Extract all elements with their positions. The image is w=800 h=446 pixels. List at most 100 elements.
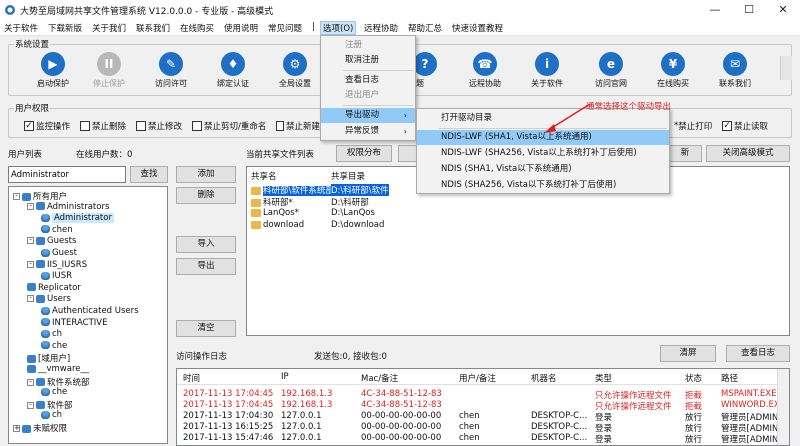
share-row[interactable]: download D:\download [251,220,651,230]
log-row[interactable]: 2017-11-13 17:04:45 192.168.1.3 4C-34-88-5… [177,400,777,412]
log-row[interactable]: 2017-11-13 16:15:25 127.0.0.1 00-00-00-00-… [177,422,777,434]
menu-item-view-log[interactable]: 查看日志 [321,73,415,88]
tree-node[interactable]: - Users [27,294,71,304]
question-icon: ? [413,52,437,76]
expand-icon[interactable]: + [13,425,20,432]
buy-online-button[interactable]: ¥ 在线购买 [642,48,704,92]
tree-node[interactable]: [域用户] [27,352,70,364]
collapse-icon[interactable]: - [27,237,34,245]
checkbox-monitor-box[interactable]: ✓ [24,121,34,131]
visit-website-button[interactable]: e 访问官网 [580,48,642,92]
search-button[interactable]: 查找 [130,166,168,183]
contact-us-button[interactable]: ✉ 联系我们 [704,48,766,92]
log-cell-time: 2017-11-13 17:04:45 [183,400,274,410]
tree-node[interactable]: - IIS_IUSRS [27,260,87,270]
share-row[interactable]: 科研部* D:\科研部 [251,196,651,208]
bind-auth-button[interactable]: ♦ 绑定认证 [202,48,264,92]
menu-options[interactable]: 选项(O) [320,21,357,35]
menu-help[interactable]: 帮助汇总 [408,22,442,34]
export-button[interactable]: 导出 [176,258,236,275]
start-protect-button[interactable]: ▶ 启动保护 [22,48,84,92]
menu-about-software[interactable]: 关于软件 [4,22,38,34]
add-button[interactable]: 添加 [176,166,236,183]
user-tree[interactable]: - 所有用户 - Administrators Administrator chen - Gu… [8,186,168,444]
share-extra-button[interactable] [398,145,418,162]
delete-button[interactable]: 删除 [176,187,236,204]
menu-quick-setup[interactable]: 快速设置教程 [452,22,503,34]
log-scrollbar[interactable] [777,369,789,445]
submenu-ndis-lwf-sha256[interactable]: NDIS-LWF (SHA256, Vista以上系统打补丁后使用) [417,146,669,161]
tree-node[interactable]: + 未赋权限 [13,422,67,434]
share-row[interactable]: LanQos* D:\LanQos [251,208,651,218]
tree-node-label: Guest [52,248,77,258]
tree-node[interactable]: - 所有用户 [13,190,67,202]
search-input[interactable] [8,166,126,183]
tree-node[interactable]: Guest [41,248,77,258]
menu-usage[interactable]: 使用说明 [224,22,258,34]
global-settings-button[interactable]: ⚙ 全局设置 [264,48,326,92]
tree-node[interactable]: Authenticated Users [41,306,139,316]
tree-node[interactable]: ch [41,329,62,339]
collapse-icon[interactable]: - [27,401,34,409]
tree-node[interactable]: - 软件系统部 [27,376,90,388]
tree-node[interactable]: Administrator [41,213,114,224]
clear-button[interactable]: 清空 [176,320,236,337]
tree-node[interactable]: che [41,341,67,351]
maximize-button[interactable]: ☐ [734,2,764,18]
collapse-icon[interactable]: - [27,378,34,386]
log-row[interactable]: 2017-11-13 17:04:45 192.168.1.3 4C-34-88-5… [177,389,777,401]
menu-faq[interactable]: 常见问题 [268,22,302,34]
checkbox-monitor[interactable]: ✓ 监控操作 [24,120,70,132]
permission-distribution-button[interactable]: 权限分布 [336,145,392,162]
collapse-icon[interactable]: - [27,260,34,268]
access-permit-button[interactable]: ✎ 访问许可 [140,48,202,92]
tree-node[interactable]: IUSR [41,271,72,281]
menu-item-logout[interactable]: 退出用户 [321,88,415,103]
log-cell-ip: 192.168.1.3 [281,400,333,410]
tree-node[interactable]: INTERACTIVE [41,318,107,328]
checkbox-no-create[interactable]: 禁止新建 [276,120,320,132]
tree-node[interactable]: ch [41,410,62,420]
menu-remote[interactable]: 远程协助 [364,22,398,34]
checkbox-no-modify[interactable]: 禁止修改 [136,120,182,132]
submenu-ndis-sha1[interactable]: NDIS (SHA1, Vista以下系统通用) [417,162,669,177]
about-software-button[interactable]: i 关于软件 [516,48,578,92]
log-table[interactable]: 时间 IP Mac/备注 用户/备注 机器名 类型 状态 路径 2017-11-… [176,368,790,446]
checkbox-no-print[interactable]: * 禁止打印 [674,120,712,132]
collapse-icon[interactable]: - [13,193,20,200]
tree-node[interactable]: chen [41,225,73,235]
clear-screen-button[interactable]: 清屏 [660,345,716,362]
checkbox-no-read[interactable]: ✓ 禁止读取 [722,120,768,132]
group-icon [27,283,36,292]
menu-buy[interactable]: 在线购买 [180,22,214,34]
tree-node[interactable]: - 软件部 [27,399,73,411]
log-row[interactable]: 2017-11-13 15:47:46 127.0.0.1 00-00-00-00-… [177,433,777,445]
minimize-button[interactable]: — [700,2,730,18]
close-button[interactable]: ✕ [768,2,798,18]
collapse-icon[interactable]: - [27,295,34,303]
tree-node[interactable]: Replicator [27,283,81,293]
collapse-icon[interactable]: - [27,202,34,210]
import-button[interactable]: 导入 [176,236,236,253]
refresh-button[interactable]: 新 [668,145,702,162]
close-advanced-button[interactable]: 关闭高级模式 [706,145,790,162]
tree-node[interactable]: - Guests [27,236,76,246]
menu-item-register[interactable]: 注册 [321,38,415,53]
submenu-ndis-sha256[interactable]: NDIS (SHA256, Vista以下系统打补丁后使用) [417,178,669,193]
tree-node[interactable]: che [41,387,67,397]
tree-node[interactable]: - Administrators [27,202,109,212]
menu-item-export-driver[interactable]: 导出驱动 › [321,108,415,123]
menu-contact[interactable]: 联系我们 [136,22,170,34]
menu-item-unregister[interactable]: 取消注册 [321,53,415,68]
checkbox-no-delete[interactable]: 禁止删除 [80,120,126,132]
checkbox-no-cut-rename[interactable]: 禁止剪切/重命名 [192,120,266,132]
view-log-button[interactable]: 查看日志 [726,345,790,362]
tree-node[interactable]: __vmware__ [27,364,89,374]
menu-download[interactable]: 下载新版 [48,22,82,34]
log-row[interactable]: 2017-11-13 17:04:30 127.0.0.1 00-00-00-00-… [177,411,777,423]
stop-protect-button[interactable]: II 停止保护 [78,48,140,92]
remote-assist-button[interactable]: ☎ 远程协助 [454,48,516,92]
menu-item-feedback[interactable]: 异常反馈 › [321,124,415,139]
toolbar-overflow[interactable] [780,56,792,80]
menu-about-us[interactable]: 关于我们 [92,22,126,34]
